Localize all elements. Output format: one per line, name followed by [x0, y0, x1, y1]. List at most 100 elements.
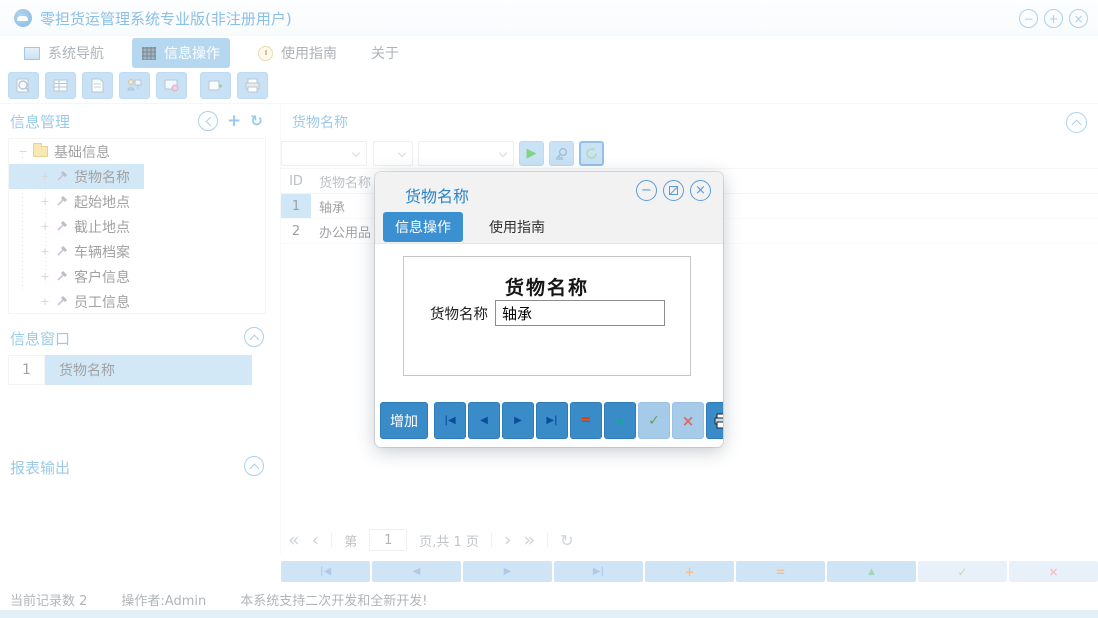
system-nav-icon: [24, 47, 40, 60]
add-record-button[interactable]: 增加: [380, 402, 428, 439]
search-doc-button[interactable]: [8, 72, 39, 99]
tab-info-operations[interactable]: 信息操作: [132, 38, 230, 68]
edit-record-button[interactable]: =: [570, 402, 602, 439]
tree-node-customer-info[interactable]: + 客户信息: [9, 264, 265, 289]
cargo-name-input[interactable]: [495, 300, 665, 326]
divider: [331, 532, 332, 548]
expand-expander[interactable]: +: [39, 295, 51, 308]
refresh-tree-button[interactable]: ↻: [250, 114, 263, 129]
export-button[interactable]: [200, 72, 231, 99]
collapse-info-window-button[interactable]: [244, 327, 264, 347]
tab-about[interactable]: 关于: [361, 38, 409, 68]
dialog-minimize-button[interactable]: −: [636, 180, 657, 201]
monitor-icon: [163, 77, 180, 94]
collapse-left-button[interactable]: [198, 111, 218, 131]
document-icon: [89, 77, 106, 94]
nav-next-button[interactable]: ▶: [502, 402, 534, 439]
nav-last-button[interactable]: ▶|: [536, 402, 568, 439]
record-edit-button[interactable]: =: [736, 561, 825, 582]
filter-value-select[interactable]: [418, 141, 514, 166]
expand-expander[interactable]: +: [39, 245, 51, 258]
dialog-tab-info-operations[interactable]: 信息操作: [383, 212, 463, 242]
refresh-icon: [584, 146, 599, 161]
expand-expander[interactable]: +: [39, 270, 51, 283]
post-record-button[interactable]: ▲: [604, 402, 636, 439]
dialog-controls: − ×: [636, 180, 711, 201]
record-commit-button[interactable]: ✓: [918, 561, 1007, 582]
run-query-button[interactable]: ▶: [519, 141, 544, 166]
tree-node-start-location[interactable]: + 起始地点: [9, 189, 265, 214]
clock-icon: [258, 46, 273, 61]
cancel-button[interactable]: ×: [672, 402, 704, 439]
collapse-main-panel-button[interactable]: [1066, 112, 1087, 133]
tool-icon: [55, 220, 68, 233]
tree-node-cargo-name[interactable]: + 货物名称: [9, 164, 265, 189]
info-window-row[interactable]: 1 货物名称: [8, 355, 252, 385]
refresh-page-button[interactable]: ↻: [560, 531, 573, 550]
tree-node-end-location[interactable]: + 截止地点: [9, 214, 265, 239]
chevron-down-icon: [499, 149, 507, 157]
search-filter-button[interactable]: [549, 141, 574, 166]
next-page-button[interactable]: ›: [504, 529, 512, 551]
nav-first-button[interactable]: |◀: [434, 402, 466, 439]
column-header-name[interactable]: 货物名称: [311, 172, 371, 191]
column-header-id[interactable]: ID: [281, 169, 311, 193]
tree-node-label: 车辆档案: [74, 242, 130, 262]
tab-info-operations-label: 信息操作: [164, 43, 220, 63]
prev-page-button[interactable]: ‹: [312, 529, 320, 551]
tree-node-employee-info[interactable]: + 员工信息: [9, 289, 265, 314]
collapse-report-button[interactable]: [244, 456, 264, 476]
dialog-tab-user-guide[interactable]: 使用指南: [477, 212, 557, 242]
dialog-close-button[interactable]: ×: [690, 180, 711, 201]
record-add-button[interactable]: +: [645, 561, 734, 582]
expand-expander[interactable]: +: [39, 220, 51, 233]
chevron-left-icon: [205, 116, 215, 126]
page-number-input[interactable]: [369, 529, 407, 551]
record-prev-button[interactable]: ◀: [372, 561, 461, 582]
nav-prev-button[interactable]: ◀: [468, 402, 500, 439]
first-page-button[interactable]: «: [288, 529, 300, 551]
close-button[interactable]: ×: [1069, 9, 1088, 28]
minimize-button[interactable]: −: [1019, 9, 1038, 28]
dialog-header: 货物名称 − × 信息操作 使用指南: [375, 172, 723, 244]
tab-system-nav[interactable]: 系统导航: [14, 38, 114, 68]
record-next-button[interactable]: ▶: [463, 561, 552, 582]
dialog-restore-button[interactable]: [663, 180, 684, 201]
app-window: 零担货运管理系统专业版(非注册用户) − + × 系统导航 信息操作 使用指南: [0, 0, 1098, 618]
expand-expander[interactable]: +: [39, 195, 51, 208]
window-bottom-edge: [0, 610, 1098, 618]
record-first-button[interactable]: |◀: [281, 561, 370, 582]
tab-about-label: 关于: [371, 43, 399, 63]
tab-user-guide-label: 使用指南: [281, 43, 337, 63]
print-button[interactable]: [706, 402, 723, 439]
filter-operator-select[interactable]: [373, 141, 413, 166]
expand-expander[interactable]: +: [39, 170, 51, 183]
refresh-query-button[interactable]: [579, 141, 604, 166]
record-post-button[interactable]: ▲: [827, 561, 916, 582]
user-network-button[interactable]: [119, 72, 150, 99]
printer-button[interactable]: [237, 72, 268, 99]
filter-field-select[interactable]: [281, 141, 367, 166]
page-total-label: 页,共 1 页: [419, 531, 479, 550]
tree-node-vehicle-file[interactable]: + 车辆档案: [9, 239, 265, 264]
record-nav-toolbar: |◀ ◀ ▶ ▶| + = ▲ ✓ ×: [281, 561, 1098, 582]
tab-user-guide[interactable]: 使用指南: [248, 38, 347, 68]
cell-name: 轴承: [311, 197, 345, 216]
last-page-button[interactable]: »: [524, 529, 536, 551]
monitor-button[interactable]: [156, 72, 187, 99]
cargo-name-label: 货物名称: [430, 303, 488, 324]
commit-button[interactable]: ✓: [638, 402, 670, 439]
chevron-up-icon: [1072, 120, 1082, 130]
document-button[interactable]: [82, 72, 113, 99]
app-logo-icon: [14, 9, 32, 27]
info-tree: − 基础信息 + 货物名称 + 起始地点 +: [8, 138, 266, 314]
record-cancel-button[interactable]: ×: [1009, 561, 1098, 582]
table-view-button[interactable]: [45, 72, 76, 99]
tool-icon: [55, 295, 68, 308]
record-last-button[interactable]: ▶|: [554, 561, 643, 582]
collapse-expander[interactable]: −: [17, 145, 29, 158]
tree-node-root[interactable]: − 基础信息: [9, 139, 265, 164]
chevron-down-icon: [398, 149, 406, 157]
maximize-button[interactable]: +: [1044, 9, 1063, 28]
add-node-button[interactable]: +: [227, 113, 241, 130]
